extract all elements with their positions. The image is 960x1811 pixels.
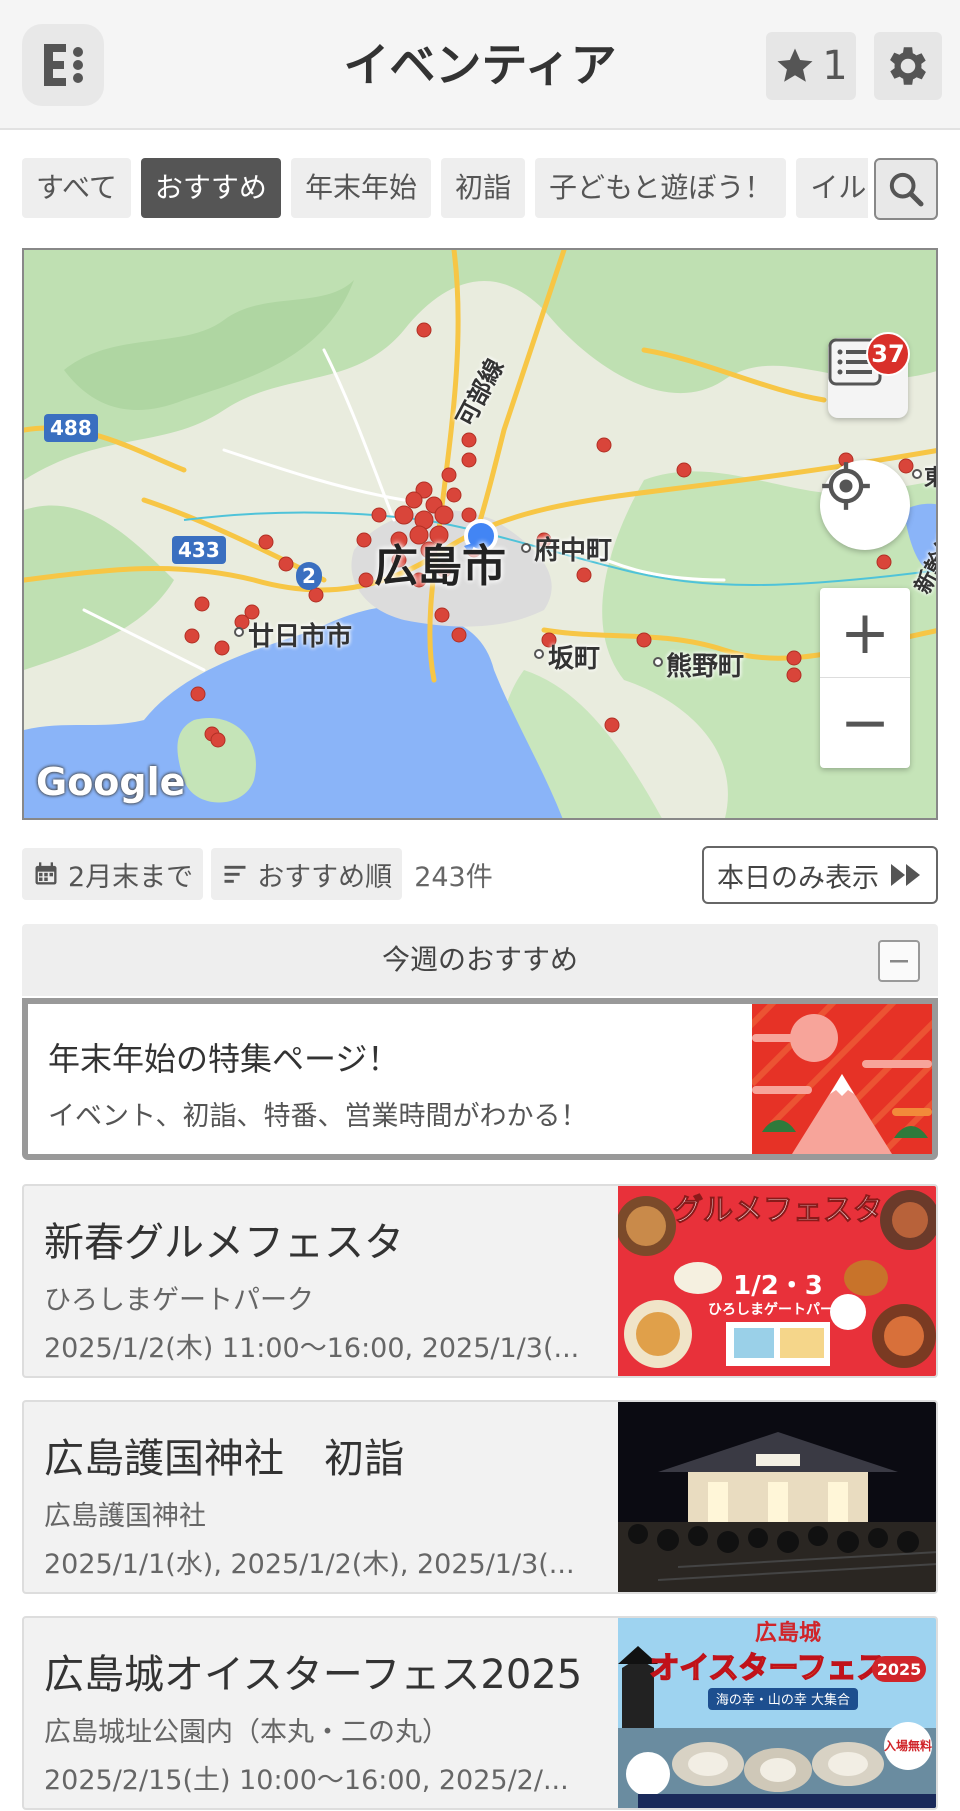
collapse-button[interactable] <box>878 940 920 982</box>
calendar-icon <box>35 862 57 885</box>
poster-free: 入場無料 <box>884 1738 932 1753</box>
tab-recommended[interactable]: おすすめ <box>140 158 281 218</box>
event-venue: ひろしまゲートパーク <box>44 1285 314 1316</box>
event-venue: 広島護国神社 <box>44 1501 206 1532</box>
period-filter-label: 2月末まで <box>68 861 194 893</box>
event-card[interactable]: 広島護国神社 初詣 広島護国神社 2025/1/1(水), 2025/1/2(木… <box>22 1400 938 1594</box>
star-icon <box>777 48 813 82</box>
poster-year: 2025 <box>877 1660 922 1679</box>
event-card[interactable]: 新春グルメフェスタ ひろしまゲートパーク 2025/1/2(木) 11:00〜1… <box>22 1184 938 1378</box>
event-image: 広島城 オイスターフェス 2025 海の幸・山の幸 大集合 入場無料 <box>618 1618 936 1808</box>
sort-filter[interactable]: おすすめ順 <box>211 848 403 900</box>
map-city-label: 広島市 <box>374 541 506 592</box>
map-label-kumano: 熊野町 <box>666 652 745 682</box>
event-dates: 2025/1/2(木) 11:00〜16:00, 2025/1/3(... <box>44 1333 580 1364</box>
minus-icon <box>890 960 908 963</box>
filter-bar: 2月末まで おすすめ順 243件 <box>22 848 493 900</box>
sort-filter-label: おすすめ順 <box>257 861 393 893</box>
event-image <box>618 1402 936 1592</box>
poster-subtitle: 海の幸・山の幸 大集合 <box>716 1692 850 1708</box>
zoom-in-button[interactable]: + <box>820 588 910 678</box>
featured-card[interactable]: 年末年始の特集ページ！ イベント、初詣、特番、営業時間がわかる！ <box>22 998 938 1160</box>
poster-title: オイスターフェス <box>649 1651 886 1686</box>
featured-image <box>752 1004 932 1154</box>
gear-icon <box>890 47 926 85</box>
route-badge: 2 <box>296 562 322 590</box>
settings-button[interactable] <box>874 32 942 100</box>
search-icon <box>889 172 924 207</box>
oyster-fest-poster: 広島城 オイスターフェス 2025 海の幸・山の幸 大集合 入場無料 <box>618 1618 936 1808</box>
fast-forward-icon <box>891 864 920 886</box>
tab-new-year[interactable]: 年末年始 <box>290 158 431 218</box>
tab-hatsumode[interactable]: 初詣 <box>440 158 525 218</box>
section-title: 今週のおすすめ <box>381 943 578 976</box>
featured-title: 年末年始の特集ページ！ <box>48 1040 400 1078</box>
event-map[interactable]: 広島市 府中町 廿日市市 坂町 熊野町 可部線 新幹線 東 488 433 2 … <box>22 248 938 820</box>
result-count: 243件 <box>414 861 493 893</box>
tab-illumination[interactable]: イルミ <box>796 158 868 218</box>
period-filter[interactable]: 2月末まで <box>22 848 204 900</box>
poster-title: グルメフェスタ <box>673 1193 883 1228</box>
route-badge: 433 <box>172 536 226 564</box>
weekly-recommend-section: 今週のおすすめ <box>22 924 938 996</box>
map-label-east: 東 <box>924 460 936 492</box>
map-list-count-badge: 37 <box>866 332 910 376</box>
event-title: 広島城オイスターフェス2025 <box>44 1652 583 1698</box>
map-label-hatsukaichi: 廿日市市 <box>248 622 353 652</box>
sort-icon <box>224 865 246 883</box>
event-dates: 2025/2/15(土) 10:00〜16:00, 2025/2/... <box>44 1765 569 1796</box>
event-card[interactable]: 広島城オイスターフェス2025 広島城址公園内（本丸・二の丸） 2025/2/1… <box>22 1616 938 1810</box>
category-tabs: すべて おすすめ 年末年始 初詣 子どもと遊ぼう！ イルミ <box>22 158 868 220</box>
gourmet-fest-poster: グルメフェスタ 1/2・3 ひろしまゲートパーク <box>618 1186 936 1376</box>
event-title: 新春グルメフェスタ <box>44 1220 404 1266</box>
shrine-photo <box>618 1402 936 1592</box>
event-title: 広島護国神社 初詣 <box>44 1436 404 1482</box>
google-logo: Google <box>36 760 186 804</box>
event-venue: 広島城址公園内（本丸・二の丸） <box>44 1717 449 1748</box>
featured-subtitle: イベント、初詣、特番、営業時間がわかる！ <box>48 1101 588 1132</box>
search-button[interactable] <box>874 158 938 220</box>
favorites-button[interactable]: 1 <box>766 32 856 100</box>
zoom-out-button[interactable]: − <box>820 678 910 768</box>
map-label-fuchu: 府中町 <box>534 536 613 566</box>
route-badge: 488 <box>44 414 98 442</box>
poster-dates: 1/2・3 <box>733 1271 823 1301</box>
crosshair-icon <box>822 462 870 510</box>
today-only-button[interactable]: 本日のみ表示 <box>702 846 938 904</box>
today-only-label: 本日のみ表示 <box>717 862 879 894</box>
tab-kids[interactable]: 子どもと遊ぼう！ <box>534 158 787 218</box>
new-year-illustration <box>752 1004 932 1154</box>
locate-button[interactable] <box>820 460 910 550</box>
poster-top: 広島城 <box>755 1620 821 1646</box>
tab-all[interactable]: すべて <box>22 158 131 218</box>
event-dates: 2025/1/1(水), 2025/1/2(木), 2025/1/3(... <box>44 1549 575 1580</box>
poster-venue: ひろしまゲートパーク <box>708 1301 848 1318</box>
event-image: グルメフェスタ 1/2・3 ひろしまゲートパーク <box>618 1186 936 1376</box>
zoom-controls: + − <box>820 588 910 768</box>
app-header: イベンティア 1 <box>0 0 960 130</box>
favorites-count: 1 <box>822 43 848 89</box>
map-label-saka: 坂町 <box>548 644 601 674</box>
